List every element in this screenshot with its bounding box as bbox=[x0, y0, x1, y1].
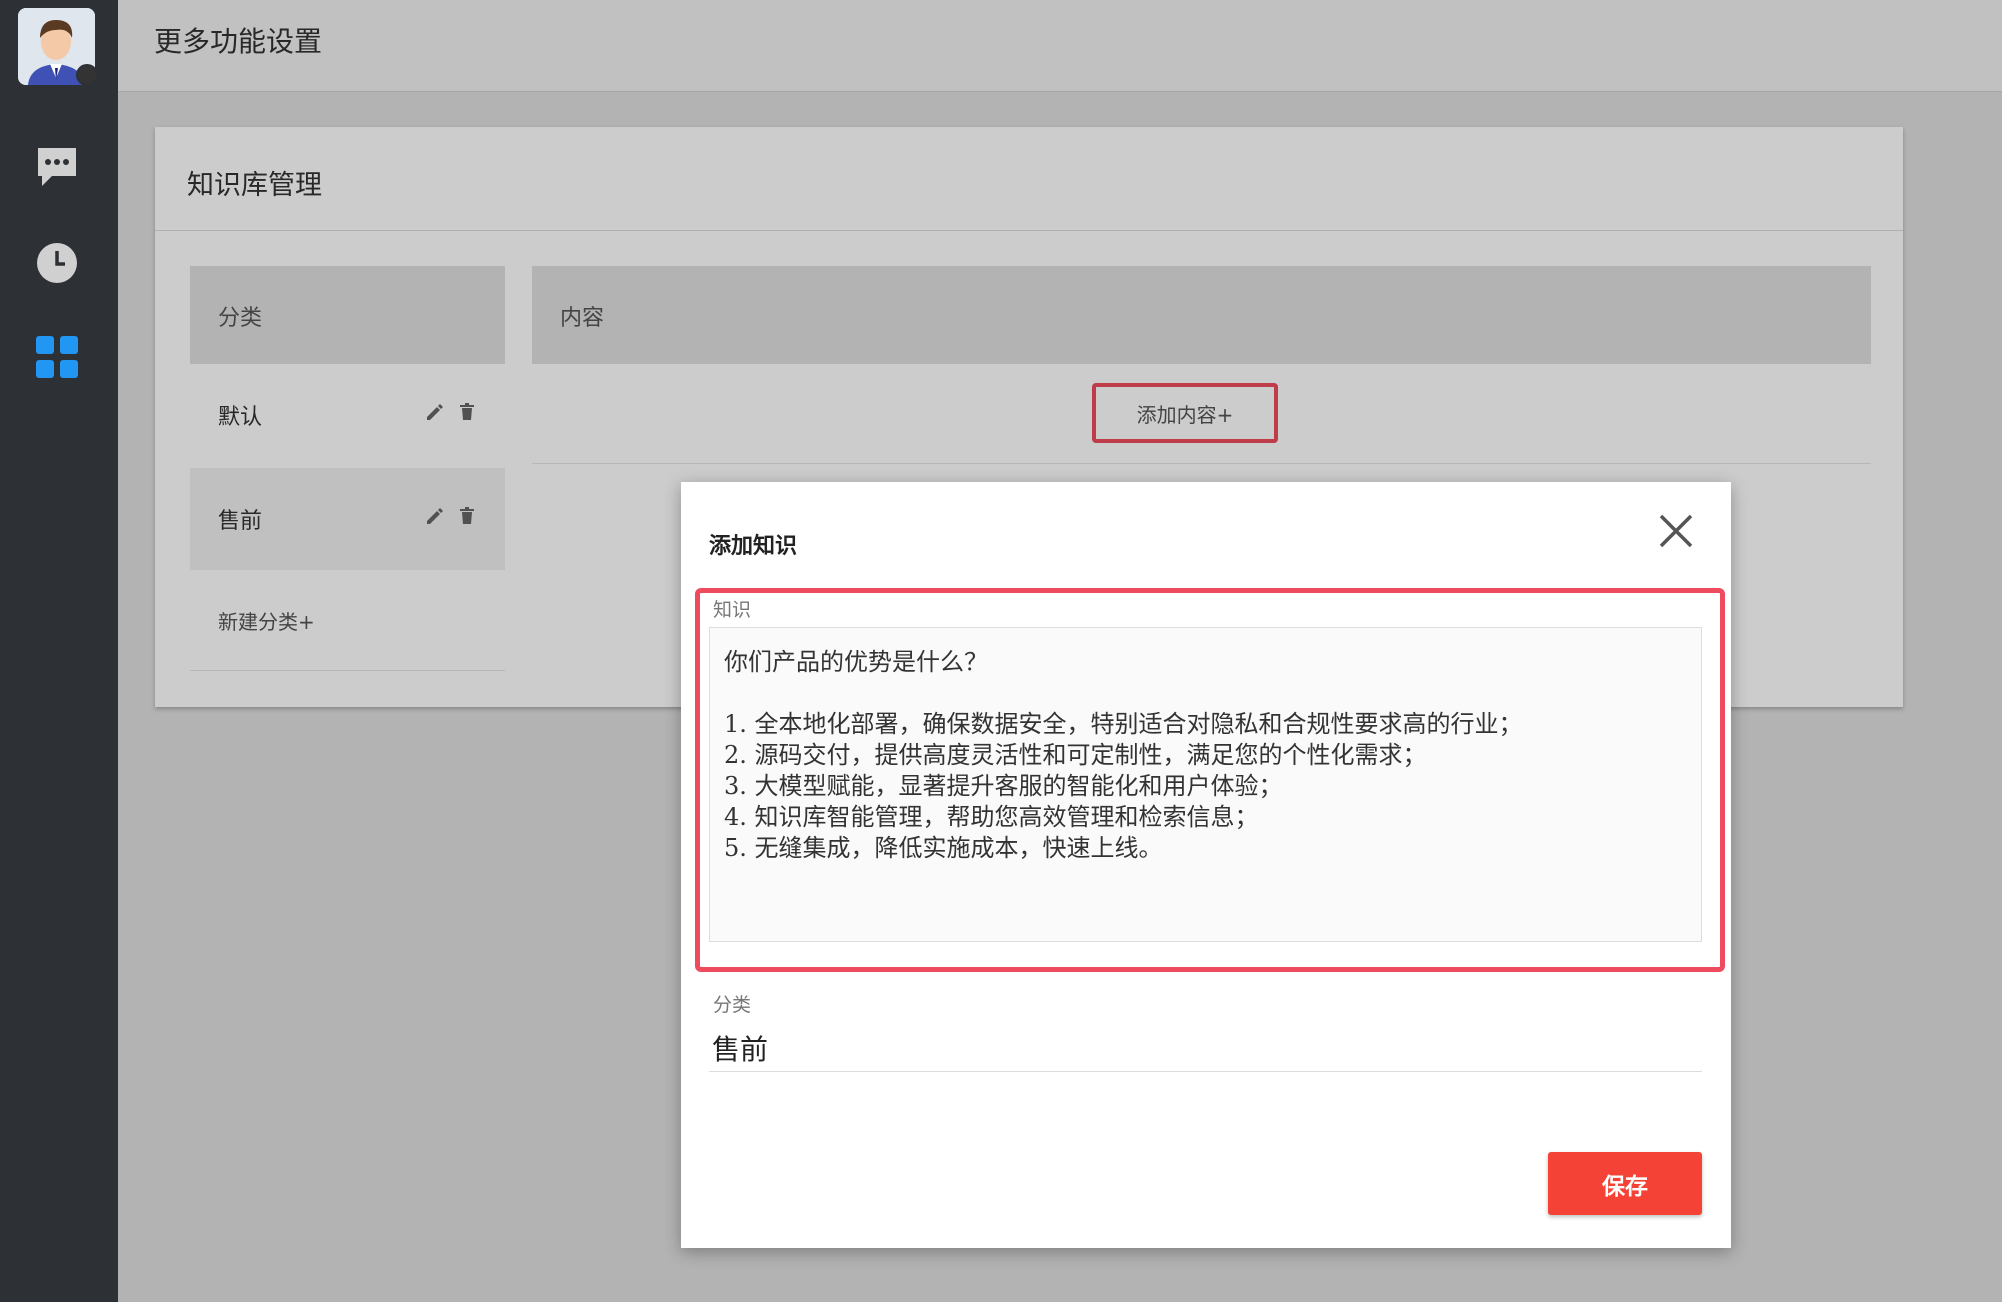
knowledge-line: 2. 源码交付，提供高度灵活性和可定制性，满足您的个性化需求； bbox=[724, 741, 1427, 769]
clock-icon[interactable] bbox=[34, 240, 80, 286]
sidebar bbox=[0, 0, 118, 1302]
knowledge-line: 你们产品的优势是什么？ bbox=[724, 648, 988, 676]
knowledge-field-label: 知识 bbox=[713, 599, 752, 621]
close-icon[interactable] bbox=[1657, 512, 1695, 550]
knowledge-line: 1. 全本地化部署，确保数据安全，特别适合对隐私和合规性要求高的行业； bbox=[724, 710, 1523, 738]
knowledge-line: 3. 大模型赋能，显著提升客服的智能化和用户体验； bbox=[724, 772, 1283, 800]
knowledge-line: 4. 知识库智能管理，帮助您高效管理和检索信息； bbox=[724, 803, 1259, 831]
dialog-title: 添加知识 bbox=[709, 534, 798, 559]
knowledge-textarea[interactable]: 你们产品的优势是什么？ 1. 全本地化部署，确保数据安全，特别适合对隐私和合规性… bbox=[709, 627, 1702, 942]
category-select[interactable]: 售前 bbox=[712, 1028, 768, 1068]
chat-icon[interactable] bbox=[34, 144, 80, 190]
knowledge-line-blank bbox=[724, 673, 1687, 704]
knowledge-line: 5. 无缝集成，降低实施成本，快速上线。 bbox=[724, 834, 1163, 862]
status-badge bbox=[76, 64, 98, 86]
divider bbox=[709, 1071, 1702, 1072]
apps-grid-icon[interactable] bbox=[34, 334, 80, 380]
category-field-label: 分类 bbox=[713, 994, 752, 1016]
save-button[interactable]: 保存 bbox=[1548, 1152, 1702, 1215]
add-knowledge-dialog: 添加知识 知识 你们产品的优势是什么？ 1. 全本地化部署，确保数据安全，特别适… bbox=[681, 482, 1731, 1248]
